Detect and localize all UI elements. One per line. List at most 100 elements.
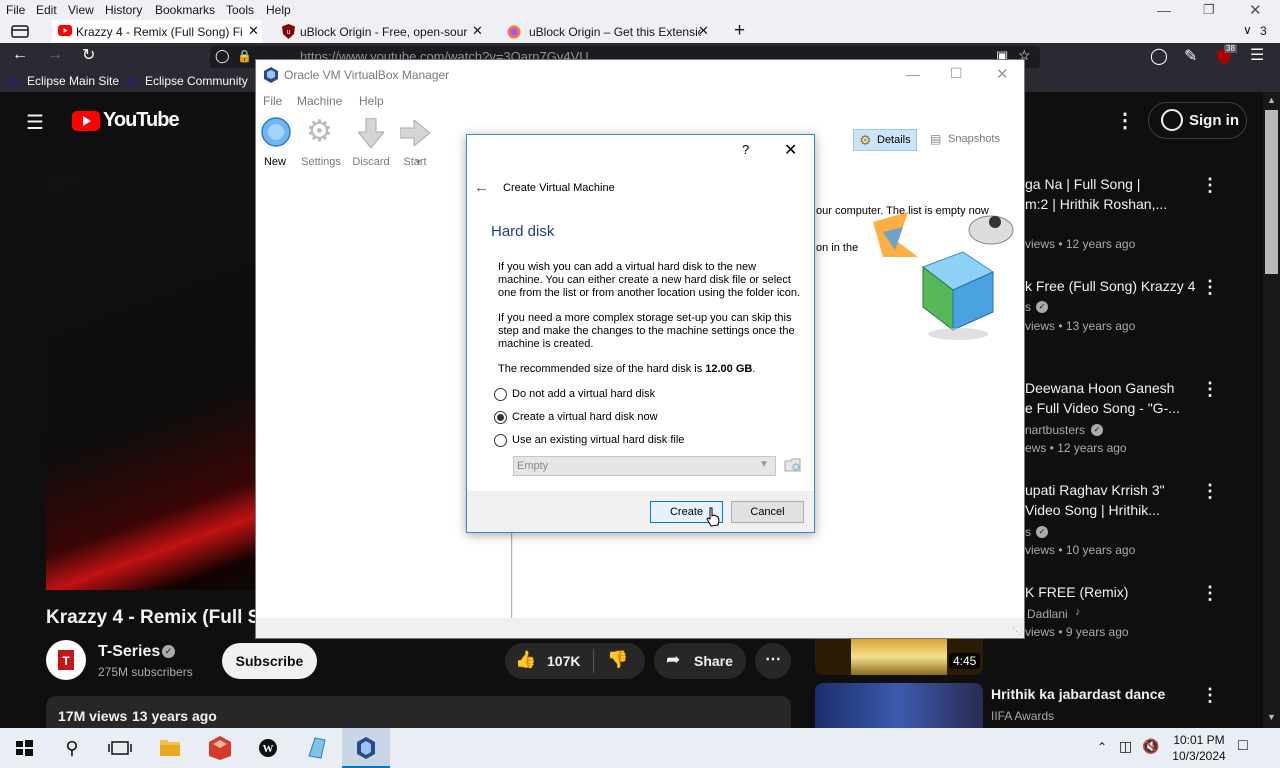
rec-title[interactable]: e Full Video Song - "G-... [1025,398,1180,418]
vbox-minimize-icon[interactable]: — [906,66,920,82]
share-button[interactable]: ➦ Share [654,643,746,679]
menu-history[interactable]: History [105,3,142,17]
task-view-icon[interactable] [96,728,144,768]
wordpress-icon[interactable]: W [244,728,292,768]
rec-title[interactable]: K FREE (Remix) [1025,582,1128,602]
rec-title[interactable]: k Free (Full Song) Krazzy 4 [1025,276,1195,296]
rec-menu-icon[interactable]: ⋮ [1201,584,1219,602]
clock-date[interactable]: 10/3/2024 [1171,749,1227,763]
volume-muted-icon[interactable]: 🔇 [1142,738,1159,755]
rec-menu-icon[interactable]: ⋮ [1201,482,1219,500]
back-icon[interactable]: ← [12,46,28,64]
channel-name[interactable]: T-Series [98,643,160,661]
menu-help[interactable]: Help [266,3,291,17]
settings-more-icon[interactable]: ⋮ [1115,108,1135,133]
tab-close-icon[interactable]: ✕ [472,23,483,39]
restore-icon[interactable]: ❐ [1203,2,1215,18]
subscribe-button[interactable]: Subscribe [222,643,317,679]
show-hidden-icons-icon[interactable]: ⌃ [1097,740,1107,754]
vbox-menu-machine[interactable]: Machine [297,94,342,108]
tab-close-icon[interactable]: ✕ [248,23,259,39]
like-icon[interactable]: 👍 [515,650,536,670]
bookmark-eclipse-community[interactable]: Eclipse Community [145,74,248,88]
vbox-close-icon[interactable]: ✕ [996,65,1009,83]
app-menu-icon[interactable]: ☰ [1250,45,1264,65]
virtualbox-taskbar-icon[interactable] [342,728,390,768]
file-explorer-icon[interactable] [146,728,194,768]
tab-close-icon[interactable]: ✕ [698,23,709,39]
account-icon[interactable]: ◯ [1150,46,1168,66]
menu-edit[interactable]: Edit [36,3,57,17]
scroll-down-icon[interactable]: ▼ [1267,712,1276,722]
app-red-icon[interactable] [196,728,244,768]
tab-overflow-icon[interactable]: ∨ [1243,23,1252,37]
rec-title[interactable]: ga Na | Full Song | [1025,174,1140,194]
tab-list-icon[interactable] [11,23,29,39]
search-icon[interactable]: ⚲ [48,728,96,768]
page-scrollbar[interactable]: ▲ ▼ [1263,92,1280,728]
hamburger-menu-icon[interactable]: ☰ [26,110,44,135]
notifications-icon[interactable]: □ [1238,737,1248,755]
vbox-menu-help[interactable]: Help [359,94,384,108]
youtube-logo-icon[interactable] [72,111,100,131]
sign-in-button[interactable]: Sign in [1148,102,1247,139]
lock-icon[interactable]: 🔒 [237,49,252,63]
rec-menu-icon[interactable]: ⋮ [1201,278,1219,296]
tab-ublock-1[interactable]: u uBlock Origin - Free, open-sour ✕ [276,20,490,43]
tab-ublock-2[interactable]: uBlock Origin – Get this Extensio ✕ [500,20,714,43]
tab-youtube[interactable]: Krazzy 4 - Remix (Full Song) Film ✕ [52,20,262,43]
radio-create-disk-label[interactable]: Create a virtual hard disk now [512,411,658,423]
more-actions-icon[interactable]: ⋯ [755,643,791,679]
forward-icon[interactable]: → [47,46,63,64]
minimize-icon[interactable]: — [1157,2,1171,18]
details-button[interactable]: ⚙ Details [853,129,917,151]
rec-title[interactable]: upati Raghav Krrish 3" [1025,480,1165,500]
menu-tools[interactable]: Tools [226,3,254,17]
start-dropdown-icon[interactable]: ▾ [416,157,421,168]
radio-existing-disk[interactable] [494,434,507,447]
rec-title[interactable]: Deewana Hoon Ganesh [1025,378,1174,398]
radio-no-disk-label[interactable]: Do not add a virtual hard disk [512,388,655,400]
bookmark-eclipse-main[interactable]: Eclipse Main Site [27,74,119,88]
menu-file[interactable]: File [6,3,25,17]
rec-thumbnail[interactable]: 4:45 [815,639,983,675]
radio-no-disk[interactable] [494,388,507,401]
rec-menu-icon[interactable]: ⋮ [1201,176,1219,194]
network-icon[interactable]: ◫ [1119,738,1132,755]
rec-title[interactable]: m:2 | Hrithik Roshan,... [1025,194,1167,214]
scrollbar-thumb[interactable] [1265,110,1278,274]
new-tab-icon[interactable]: + [734,20,745,42]
rec-thumbnail[interactable] [815,683,983,728]
radio-create-disk[interactable] [494,411,507,424]
wizard-back-icon[interactable]: ← [474,179,489,196]
close-window-icon[interactable]: ✕ [1249,1,1262,19]
menu-bookmarks[interactable]: Bookmarks [155,3,215,17]
rec-menu-icon[interactable]: ⋮ [1201,686,1219,704]
youtube-logo-text[interactable]: YouTube [103,109,180,132]
rec-title[interactable]: Hrithik ka jabardast dance [991,684,1165,704]
cancel-button[interactable]: Cancel [731,501,804,523]
rec-menu-icon[interactable]: ⋮ [1201,380,1219,398]
app-blue-icon[interactable] [293,728,341,768]
tracking-shield-icon[interactable]: ◯ [215,48,230,64]
scroll-up-icon[interactable]: ▲ [1267,95,1276,105]
start-menu-icon[interactable] [0,728,48,768]
vbox-menu-file[interactable]: File [263,94,282,108]
resize-grip-icon[interactable]: ⋱ [1012,626,1021,637]
clock-time[interactable]: 10:01 PM [1171,733,1227,747]
dislike-icon[interactable]: 👎 [607,650,628,670]
dialog-close-icon[interactable]: ✕ [784,140,797,160]
radio-existing-disk-label[interactable]: Use an existing virtual hard disk file [512,434,684,446]
snapshots-button[interactable]: ▤ Snapshots [928,129,1008,151]
rec-title[interactable]: Video Song | Hrithik... [1025,500,1160,520]
reload-icon[interactable]: ↻ [82,45,95,65]
menu-view[interactable]: View [68,3,94,17]
dialog-footer: Create Cancel [467,491,814,532]
like-count[interactable]: 107K [547,653,580,669]
dialog-help-icon[interactable]: ? [742,142,749,157]
vbox-maximize-icon[interactable]: ☐ [950,65,963,82]
channel-avatar[interactable]: T [46,640,86,680]
choose-disk-folder-icon[interactable] [784,456,802,474]
existing-disk-combo[interactable]: Empty ▼ [513,456,776,476]
extensions-icon[interactable]: ✎ [1184,46,1197,66]
